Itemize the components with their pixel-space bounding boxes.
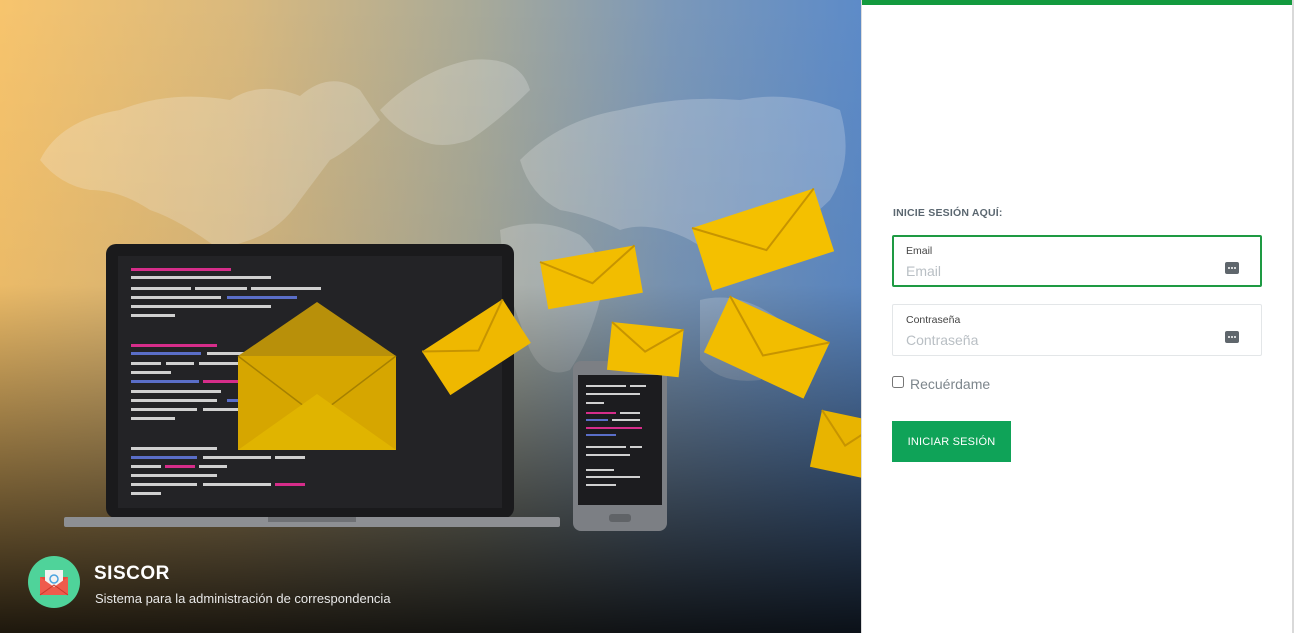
email-field[interactable]: Email xyxy=(892,235,1262,287)
email-label: Email xyxy=(906,245,933,257)
password-dots-icon[interactable] xyxy=(1225,331,1239,343)
password-field[interactable]: Contraseña xyxy=(892,304,1262,356)
app-title: SISCOR xyxy=(94,563,170,584)
laptop-illustration xyxy=(64,244,560,527)
password-label: Contraseña xyxy=(906,314,961,326)
remember-label: Recuérdame xyxy=(910,376,991,392)
login-button[interactable]: INICIAR SESIÓN xyxy=(892,421,1011,462)
remember-checkbox[interactable] xyxy=(892,376,904,388)
phone-illustration xyxy=(573,361,667,531)
login-heading: INICIE SESIÓN AQUÍ: xyxy=(893,207,1003,219)
hero-background-art xyxy=(0,0,861,633)
login-panel: INICIE SESIÓN AQUÍ: Email Contraseña Rec… xyxy=(861,0,1294,633)
hero-illustration-panel: SISCOR Sistema para la administración de… xyxy=(0,0,861,633)
app-subtitle: Sistema para la administración de corres… xyxy=(95,591,391,606)
email-input[interactable] xyxy=(906,262,1206,280)
password-input[interactable] xyxy=(906,331,1206,349)
password-dots-icon[interactable] xyxy=(1225,262,1239,274)
accent-top-bar xyxy=(862,0,1294,5)
brand-block: SISCOR Sistema para la administración de… xyxy=(28,556,728,610)
envelope-icon xyxy=(28,556,80,608)
